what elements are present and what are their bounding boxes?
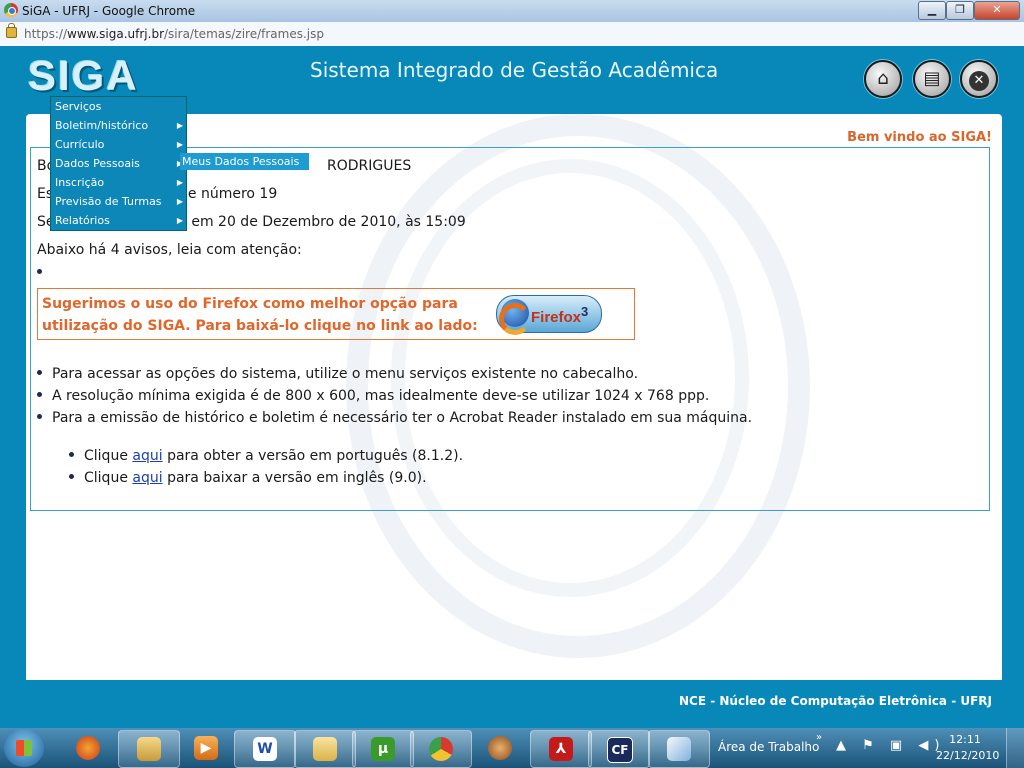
- firefox-notice-box: Sugerimos o uso do Firefox como melhor o…: [37, 288, 635, 340]
- firefox-icon: [499, 299, 531, 335]
- system-title: Sistema Integrado de Gestão Acadêmica: [310, 58, 719, 82]
- maximize-button[interactable]: ❐: [946, 1, 974, 20]
- menu-item-dados-pessoais[interactable]: Dados Pessoais▶: [51, 154, 186, 173]
- empty-bullet: [37, 265, 52, 281]
- taskbar-utorrent[interactable]: µ: [352, 730, 414, 768]
- footer: NCE - Núcleo de Computação Eletrônica - …: [0, 678, 1024, 722]
- close-icon: ✕: [962, 62, 996, 96]
- close-window-button[interactable]: ✕: [974, 1, 1020, 20]
- logout-button[interactable]: ✕: [960, 60, 998, 98]
- welcome-text: Bem vindo ao SIGA!: [847, 130, 992, 145]
- baseball-icon: [488, 736, 512, 760]
- chevron-right-icon: ▶: [176, 197, 183, 206]
- folder-icon: [313, 737, 337, 761]
- system-tray-icons[interactable]: ▲ ⚑ ▣ ◀): [836, 738, 945, 753]
- lock-icon: [6, 23, 17, 38]
- list-item: Para a emissão de histórico e boletim é …: [37, 410, 752, 426]
- printer-icon: ▤: [923, 68, 941, 89]
- taskbar-media-player[interactable]: ▶: [176, 730, 236, 766]
- menu-item-inscricao[interactable]: Inscrição ▶: [51, 173, 186, 192]
- chevron-right-icon: ▶: [176, 140, 183, 149]
- taskbar-explorer[interactable]: [118, 730, 180, 768]
- taskbar-baseball[interactable]: [470, 730, 530, 766]
- desktop-toolbar-label[interactable]: Área de Trabalho: [718, 740, 819, 754]
- acrobat-pt-link[interactable]: aqui: [132, 448, 162, 464]
- acrobat-en-link[interactable]: aqui: [132, 470, 162, 486]
- sub-list-item: Clique aqui para obter a versão em portu…: [69, 448, 463, 464]
- firefox-notice-text: Sugerimos o uso do Firefox como melhor o…: [42, 296, 478, 334]
- siga-page: SIGA Sistema Integrado de Gestão Acadêmi…: [0, 46, 1024, 728]
- chevron-right-icon: ▶: [176, 216, 183, 225]
- firefox-download-button[interactable]: Firefox3: [496, 295, 602, 335]
- list-item: A resolução mínima exigida é de 800 x 60…: [37, 388, 709, 404]
- window-title: SiGA - UFRJ - Google Chrome: [22, 4, 196, 18]
- menu-item-boletim[interactable]: Boletim/histórico ▶: [51, 116, 186, 135]
- submenu-item-meus-dados[interactable]: Meus Dados Pessoais: [180, 153, 309, 170]
- paint-icon: [667, 737, 691, 761]
- address-bar[interactable]: https://www.siga.ufrj.br/sira/temas/zire…: [0, 22, 1024, 47]
- cf-icon: CF: [607, 737, 633, 763]
- sub-list-item: Clique aqui para baixar a versão em ingl…: [69, 470, 427, 486]
- media-player-icon: ▶: [194, 736, 218, 760]
- notice-intro: Abaixo há 4 avisos, leia com atenção:: [37, 242, 302, 258]
- explorer-icon: [137, 737, 161, 761]
- toolbar-chevron-icon[interactable]: »: [816, 732, 822, 743]
- taskbar-chrome[interactable]: [410, 730, 472, 768]
- menu-item-curriculo[interactable]: Currículo ▶: [51, 135, 186, 154]
- taskbar: ▶ W µ ⅄ CF Área de Trabalho » ▲ ⚑ ▣ ◀) 1…: [0, 728, 1024, 768]
- menu-item-relatorios[interactable]: Relatórios ▶: [51, 211, 186, 230]
- taskbar-acrobat[interactable]: ⅄: [530, 730, 592, 768]
- utorrent-icon: µ: [371, 737, 395, 761]
- minimize-button[interactable]: ▁: [918, 1, 946, 20]
- print-button[interactable]: ▤: [913, 60, 951, 98]
- chrome-favicon-icon: [4, 3, 18, 17]
- show-desktop-button[interactable]: [1006, 728, 1024, 768]
- menu-item-servicos[interactable]: Serviços: [51, 97, 186, 116]
- footer-text: NCE - Núcleo de Computação Eletrônica - …: [678, 694, 992, 708]
- list-item: Para acessar as opções do sistema, utili…: [37, 366, 638, 382]
- chevron-right-icon: ▶: [176, 178, 183, 187]
- taskbar-cf[interactable]: CF: [588, 730, 650, 768]
- start-button[interactable]: [4, 729, 44, 767]
- menu-item-previsao-turmas[interactable]: Previsão de Turmas ▶: [51, 192, 186, 211]
- chevron-right-icon: ▶: [176, 121, 183, 130]
- url-text[interactable]: https://www.siga.ufrj.br/sira/temas/zire…: [24, 27, 324, 41]
- firefox-icon: [76, 736, 100, 760]
- siga-logo: SIGA: [28, 52, 139, 99]
- clock[interactable]: 12:11 22/12/2010: [936, 732, 999, 764]
- acrobat-icon: ⅄: [549, 737, 573, 761]
- home-icon: ⌂: [877, 68, 889, 89]
- taskbar-folder[interactable]: [294, 730, 356, 768]
- word-icon: W: [253, 737, 277, 761]
- taskbar-paint[interactable]: [648, 730, 710, 768]
- chrome-icon: [429, 737, 453, 761]
- home-button[interactable]: ⌂: [864, 60, 902, 98]
- taskbar-firefox[interactable]: [58, 730, 118, 766]
- taskbar-word[interactable]: W: [234, 730, 296, 768]
- services-menu: Serviços Boletim/histórico ▶ Currículo ▶ D…: [50, 96, 187, 231]
- window-titlebar: SiGA - UFRJ - Google Chrome ▁ ❐ ✕: [0, 0, 1024, 22]
